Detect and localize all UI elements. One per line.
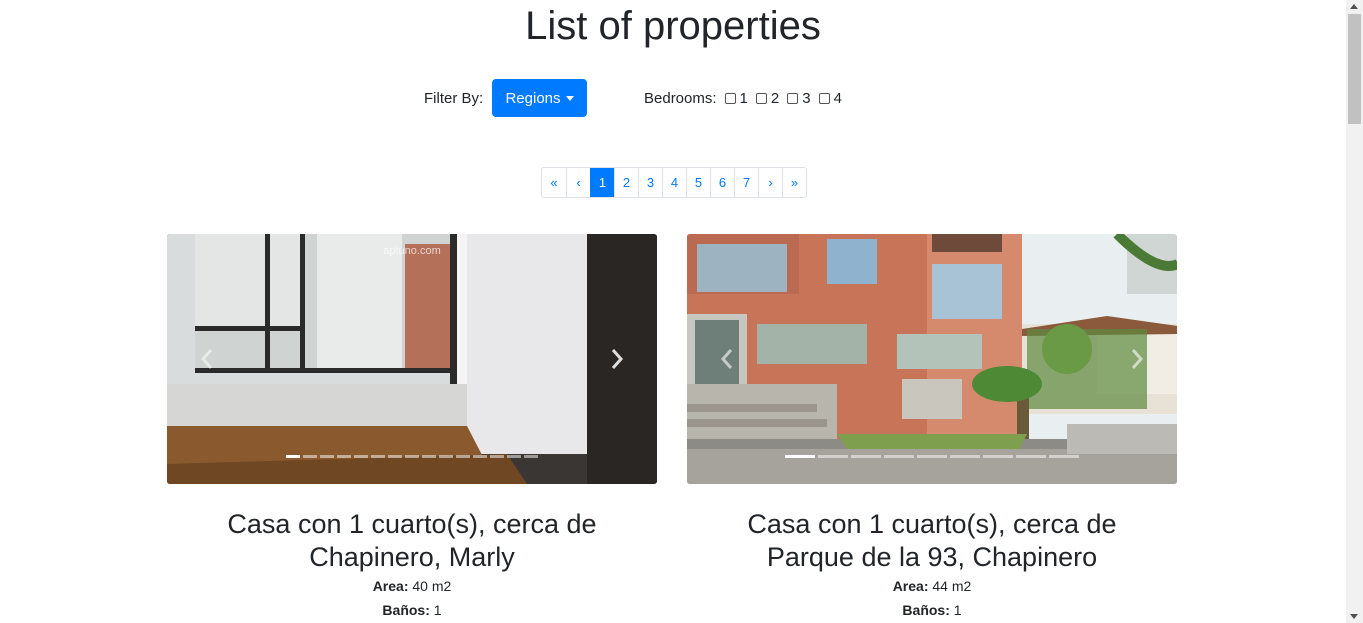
pagination: « ‹ 1 2 3 4 5 6 7 › » [541, 167, 807, 198]
carousel-indicator[interactable] [286, 455, 300, 458]
bedroom-checkbox-1[interactable] [724, 93, 736, 104]
bedroom-checkbox-2[interactable] [755, 93, 767, 104]
scroll-down-arrow-icon[interactable] [1350, 614, 1358, 619]
chevron-right-icon [611, 349, 624, 369]
filter-label: Filter By: [424, 90, 484, 107]
carousel-prev-control[interactable] [197, 344, 217, 374]
property-photo: aptuno.com [167, 234, 657, 484]
chevron-left-icon [720, 349, 733, 369]
carousel-indicator[interactable] [818, 455, 848, 458]
scrollbar-thumb[interactable] [1348, 14, 1361, 124]
carousel-indicator[interactable] [785, 455, 815, 458]
property-card: aptuno.com Casa con 1 cuarto(s), cerca d… [167, 234, 657, 622]
page-link-7[interactable]: 7 [734, 168, 758, 197]
page-link-4[interactable]: 4 [662, 168, 686, 197]
property-baths: Baños: 1 [902, 602, 962, 618]
property-card: Casa con 1 cuarto(s), cerca de Parque de… [687, 234, 1177, 622]
watermark-text: aptuno.com [383, 245, 440, 257]
carousel-indicator[interactable] [354, 455, 368, 458]
carousel-next-control[interactable] [607, 344, 627, 374]
page-link-3[interactable]: 3 [638, 168, 662, 197]
page-scrollbar[interactable] [1346, 0, 1363, 623]
chevron-right-icon [1131, 349, 1144, 369]
property-photo [687, 234, 1177, 484]
carousel-indicator[interactable] [1049, 455, 1079, 458]
bedroom-checkbox-4[interactable] [818, 93, 830, 104]
carousel-indicator[interactable] [983, 455, 1013, 458]
carousel-indicators [687, 455, 1177, 458]
property-area: Area: 44 m2 [892, 578, 972, 594]
page-link-1[interactable]: 1 [590, 168, 614, 197]
carousel-indicator[interactable] [439, 455, 453, 458]
carousel-indicator[interactable] [950, 455, 980, 458]
carousel-indicator[interactable] [524, 455, 538, 458]
carousel-indicator[interactable] [884, 455, 914, 458]
carousel-indicator[interactable] [851, 455, 881, 458]
carousel-indicator[interactable] [422, 455, 436, 458]
photo-carousel [687, 234, 1177, 484]
property-area: Area: 40 m2 [372, 578, 452, 594]
carousel-indicators [167, 455, 657, 458]
page-link-5[interactable]: 5 [686, 168, 710, 197]
page-prev-link[interactable]: ‹ [566, 168, 590, 197]
carousel-indicator[interactable] [473, 455, 487, 458]
carousel-indicator[interactable] [388, 455, 402, 458]
carousel-next-control[interactable] [1127, 344, 1147, 374]
caret-down-icon [565, 95, 574, 101]
bedrooms-label: Bedrooms: [644, 90, 717, 107]
page-next-link[interactable]: › [758, 168, 782, 197]
property-baths: Baños: 1 [382, 602, 442, 618]
chevron-left-icon [200, 349, 213, 369]
page-first-link[interactable]: « [542, 168, 566, 197]
carousel-indicator[interactable] [456, 455, 470, 458]
page-last-link[interactable]: » [782, 168, 806, 197]
bedroom-checkbox-3[interactable] [787, 93, 799, 104]
property-title: Casa con 1 cuarto(s), cerca de Parque de… [747, 509, 1117, 572]
carousel-indicator[interactable] [320, 455, 334, 458]
carousel-indicator[interactable] [303, 455, 317, 458]
scroll-up-arrow-icon[interactable] [1350, 4, 1358, 9]
bedroom-option-4[interactable]: 4 [818, 90, 842, 107]
carousel-indicator[interactable] [917, 455, 947, 458]
regions-dropdown-button[interactable]: Regions [492, 79, 587, 117]
carousel-indicator[interactable] [1016, 455, 1046, 458]
bedroom-option-2[interactable]: 2 [755, 90, 779, 107]
bedroom-option-3[interactable]: 3 [787, 90, 811, 107]
carousel-indicator[interactable] [405, 455, 419, 458]
carousel-indicator[interactable] [507, 455, 521, 458]
bedrooms-filter: Bedrooms: 1 2 3 4 [644, 90, 842, 107]
page-link-2[interactable]: 2 [614, 168, 638, 197]
regions-label: Regions [505, 89, 561, 107]
carousel-prev-control[interactable] [717, 344, 737, 374]
photo-carousel: aptuno.com [167, 234, 657, 484]
filter-bar: Filter By: Regions Bedrooms: 1 2 3 4 [0, 79, 1346, 117]
page-link-6[interactable]: 6 [710, 168, 734, 197]
page-title: List of properties [525, 4, 821, 48]
bedroom-option-1[interactable]: 1 [724, 90, 748, 107]
property-title: Casa con 1 cuarto(s), cerca de Chapinero… [227, 509, 597, 572]
carousel-indicator[interactable] [490, 455, 504, 458]
carousel-indicator[interactable] [337, 455, 351, 458]
carousel-indicator[interactable] [371, 455, 385, 458]
